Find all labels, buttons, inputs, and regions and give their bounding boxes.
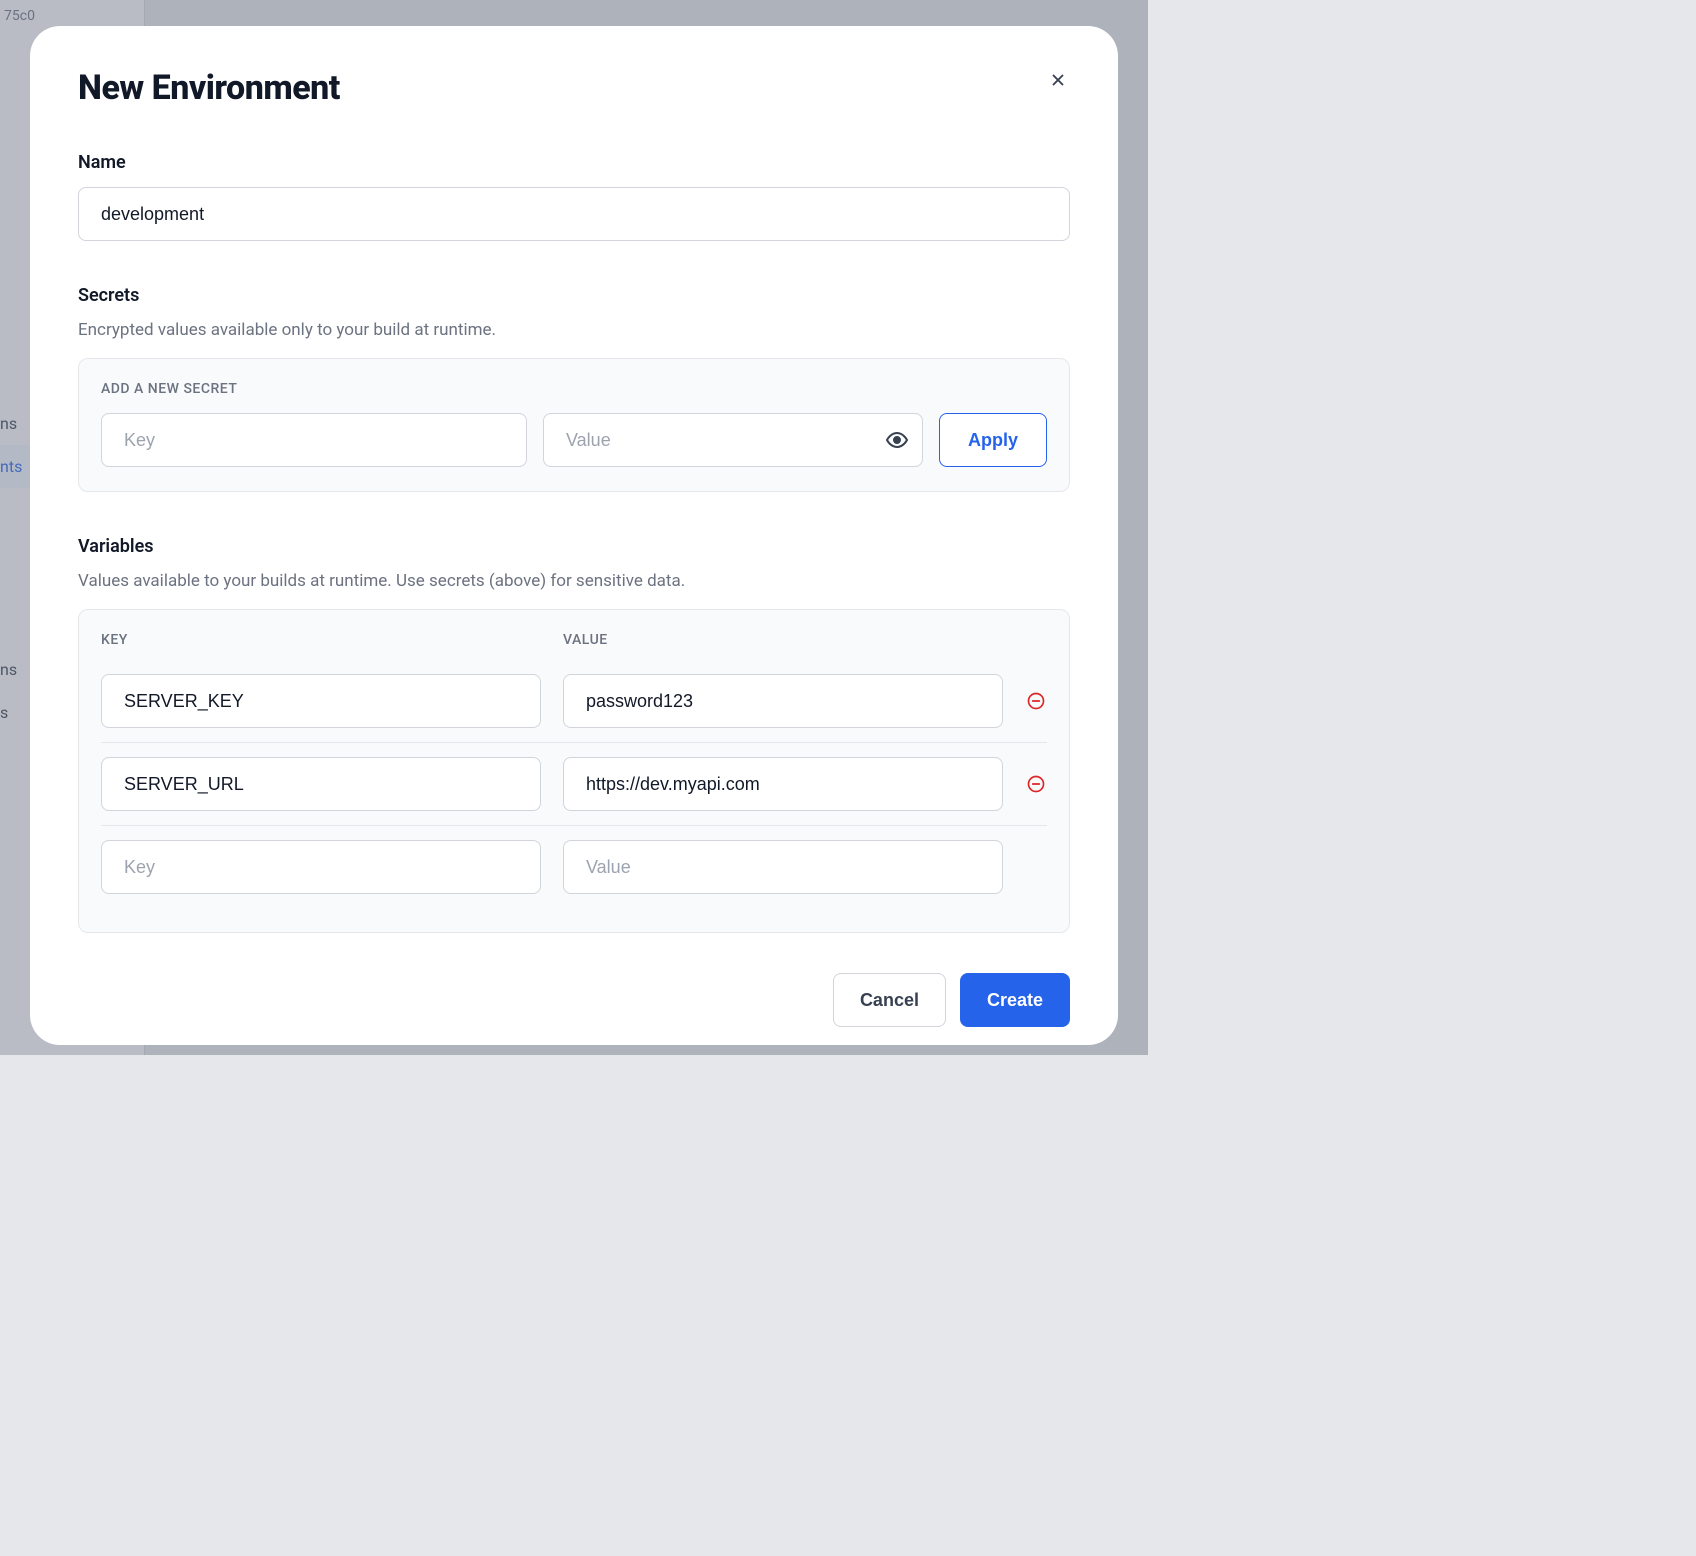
variable-value-input[interactable] bbox=[563, 674, 1003, 728]
new-environment-modal: New Environment Name Secrets Encrypted v… bbox=[30, 26, 1118, 1045]
secret-key-input[interactable] bbox=[101, 413, 527, 467]
variables-panel: KEY VALUE bbox=[78, 609, 1070, 933]
variables-header-value: VALUE bbox=[563, 632, 1003, 648]
add-secret-panel: ADD A NEW SECRET Apply bbox=[78, 358, 1070, 492]
secret-value-input[interactable] bbox=[543, 413, 923, 467]
modal-header: New Environment bbox=[78, 68, 1070, 108]
close-button[interactable] bbox=[1046, 68, 1070, 92]
add-secret-row: Apply bbox=[101, 413, 1047, 467]
close-icon bbox=[1049, 71, 1067, 89]
variables-header-key: KEY bbox=[101, 632, 541, 648]
variables-description: Values available to your builds at runti… bbox=[78, 571, 1070, 591]
variable-value-input[interactable] bbox=[563, 757, 1003, 811]
secrets-label: Secrets bbox=[78, 285, 1070, 306]
variable-row-empty bbox=[101, 825, 1047, 908]
variable-key-input[interactable] bbox=[101, 674, 541, 728]
secrets-section: Secrets Encrypted values available only … bbox=[78, 285, 1070, 492]
variable-key-input[interactable] bbox=[101, 757, 541, 811]
variable-row bbox=[101, 660, 1047, 742]
add-secret-title: ADD A NEW SECRET bbox=[101, 381, 1047, 397]
variables-headers: KEY VALUE bbox=[101, 632, 1047, 648]
variables-section: Variables Values available to your build… bbox=[78, 536, 1070, 933]
environment-name-input[interactable] bbox=[78, 187, 1070, 241]
create-button[interactable]: Create bbox=[960, 973, 1070, 1027]
remove-variable-button[interactable] bbox=[1025, 690, 1047, 712]
header-spacer bbox=[1025, 632, 1047, 648]
remove-icon bbox=[1026, 774, 1046, 794]
variable-key-input[interactable] bbox=[101, 840, 541, 894]
variable-row bbox=[101, 742, 1047, 825]
cancel-button[interactable]: Cancel bbox=[833, 973, 946, 1027]
name-section: Name bbox=[78, 152, 1070, 241]
modal-title: New Environment bbox=[78, 68, 340, 108]
modal-footer: Cancel Create bbox=[78, 933, 1070, 1027]
remove-icon bbox=[1026, 691, 1046, 711]
apply-secret-button[interactable]: Apply bbox=[939, 413, 1047, 467]
secrets-description: Encrypted values available only to your … bbox=[78, 320, 1070, 340]
toggle-secret-visibility[interactable] bbox=[885, 428, 909, 452]
variable-value-input[interactable] bbox=[563, 840, 1003, 894]
variables-label: Variables bbox=[78, 536, 1070, 557]
remove-variable-button[interactable] bbox=[1025, 773, 1047, 795]
name-label: Name bbox=[78, 152, 1070, 173]
secret-value-wrapper bbox=[543, 413, 923, 467]
eye-icon bbox=[885, 428, 909, 452]
